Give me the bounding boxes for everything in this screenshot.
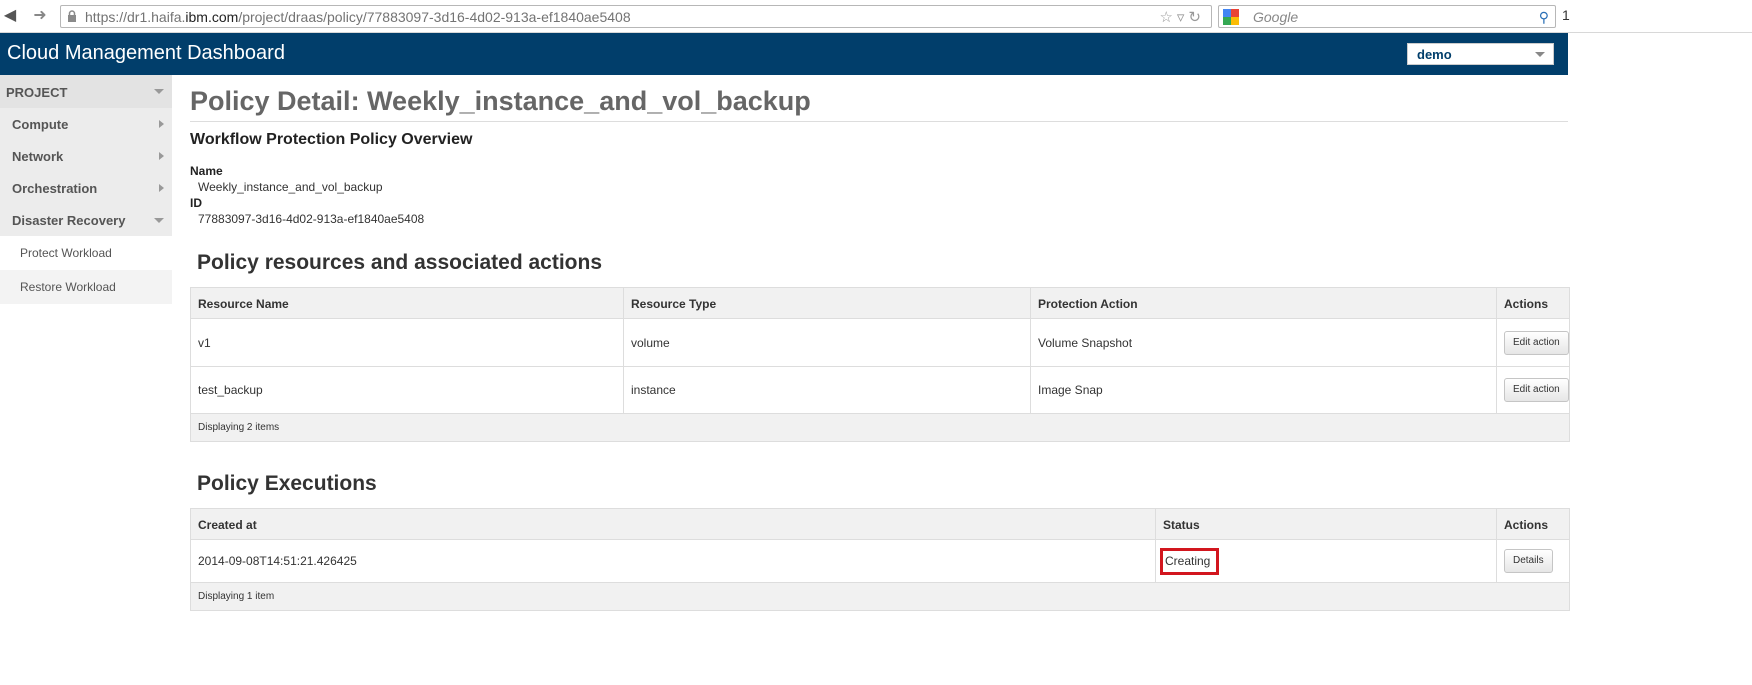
- back-arrow-icon[interactable]: ◀: [0, 6, 20, 26]
- resource-name-cell: v1: [198, 335, 211, 350]
- sidebar-item-disaster-recovery[interactable]: Disaster Recovery: [0, 204, 172, 236]
- search-icon[interactable]: ⚲: [1539, 9, 1549, 26]
- table-footer-count: Displaying 1 item: [198, 591, 275, 602]
- address-bar[interactable]: https://dr1.haifa.ibm.com/project/draas/…: [60, 5, 1212, 28]
- browser-search-box[interactable]: Google ⚲: [1218, 5, 1556, 28]
- created-at-cell: 2014-09-08T14:51:21.426425: [198, 554, 357, 568]
- id-label: ID: [190, 196, 202, 210]
- actions-cell: Edit action: [1496, 319, 1571, 366]
- executions-heading: Policy Executions: [197, 472, 377, 495]
- protection-action-cell: Volume Snapshot: [1030, 319, 1496, 366]
- details-button[interactable]: Details: [1504, 549, 1553, 573]
- table-row: 2014-09-08T14:51:21.426425 Creating Deta…: [191, 540, 1569, 583]
- sidebar-item-label: Network: [12, 149, 64, 164]
- table-footer: Displaying 2 items: [191, 414, 1569, 441]
- sidebar-item-label: Orchestration: [12, 181, 98, 196]
- sidebar-section-project[interactable]: PROJECT: [0, 75, 172, 108]
- column-header[interactable]: Resource Type: [623, 288, 1030, 319]
- chevron-down-icon: [154, 218, 164, 223]
- sidebar-subitem-label: Protect Workload: [20, 246, 112, 260]
- executions-table: Created at Status Actions 2014-09-08T14:…: [190, 508, 1570, 611]
- sidebar-item-compute[interactable]: Compute: [0, 108, 172, 140]
- sidebar-subitem-protect-workload[interactable]: Protect Workload: [0, 236, 172, 270]
- actions-cell: Details: [1496, 540, 1571, 582]
- app-title: Cloud Management Dashboard: [7, 42, 285, 64]
- toolbar-edge-text: 1: [1562, 7, 1570, 23]
- actions-cell: Edit action: [1496, 367, 1571, 413]
- column-header[interactable]: Status: [1155, 509, 1496, 540]
- title-divider: [190, 121, 1568, 122]
- edit-action-button[interactable]: Edit action: [1504, 330, 1569, 355]
- sidebar-item-orchestration[interactable]: Orchestration: [0, 172, 172, 204]
- resource-type-cell: volume: [623, 319, 1030, 366]
- search-placeholder: Google: [1253, 9, 1299, 25]
- protection-action-cell: Image Snap: [1030, 367, 1496, 413]
- overview-heading: Workflow Protection Policy Overview: [190, 131, 473, 148]
- app-header: Cloud Management Dashboard demo: [0, 33, 1568, 75]
- status-badge: Creating: [1160, 547, 1220, 575]
- project-selector-value: demo: [1417, 47, 1452, 62]
- page-title: Policy Detail: Weekly_instance_and_vol_b…: [190, 86, 811, 116]
- google-icon: [1223, 9, 1239, 25]
- lock-icon: [68, 10, 76, 22]
- table-header: Resource Name Resource Type Protection A…: [191, 288, 1569, 319]
- table-footer-count: Displaying 2 items: [198, 422, 280, 433]
- resource-name-cell: test_backup: [198, 383, 263, 397]
- sidebar-item-network[interactable]: Network: [0, 140, 172, 172]
- resources-heading: Policy resources and associated actions: [197, 251, 603, 274]
- chevron-right-icon: [159, 152, 164, 160]
- table-footer: Displaying 1 item: [191, 583, 1569, 610]
- url-text: https://dr1.haifa.ibm.com/project/draas/…: [85, 9, 631, 25]
- sidebar-item-label: Disaster Recovery: [12, 213, 126, 228]
- table-row: test_backup instance Image Snap Edit act…: [191, 367, 1569, 414]
- chevron-down-icon: [1535, 52, 1545, 57]
- chevron-down-icon: [154, 89, 164, 94]
- sidebar-item-label: Compute: [12, 117, 69, 132]
- column-header[interactable]: Resource Name: [191, 288, 623, 319]
- sidebar-section-label: PROJECT: [6, 85, 68, 100]
- name-label: Name: [190, 164, 223, 178]
- column-header: Actions: [1496, 509, 1571, 540]
- bookmark-star-icon[interactable]: ☆▿↻: [1159, 8, 1205, 26]
- column-header[interactable]: Protection Action: [1030, 288, 1496, 319]
- chevron-right-icon: [159, 184, 164, 192]
- id-value: 77883097-3d16-4d02-913a-ef1840ae5408: [198, 212, 425, 226]
- edit-action-button[interactable]: Edit action: [1504, 378, 1569, 402]
- project-selector[interactable]: demo: [1407, 43, 1554, 65]
- sidebar-subitem-restore-workload[interactable]: Restore Workload: [0, 270, 172, 304]
- column-header[interactable]: Created at: [191, 509, 1155, 540]
- sidebar-subitem-label: Restore Workload: [20, 280, 116, 294]
- sidebar: PROJECT Compute Network Orchestration Di…: [0, 75, 172, 304]
- resources-table: Resource Name Resource Type Protection A…: [190, 287, 1570, 442]
- resource-type-cell: instance: [623, 367, 1030, 413]
- forward-arrow-icon[interactable]: ➜: [30, 6, 50, 26]
- browser-toolbar: ◀ ➜ https://dr1.haifa.ibm.com/project/dr…: [0, 0, 1752, 33]
- table-row: v1 volume Volume Snapshot Edit action: [191, 319, 1569, 367]
- name-value: Weekly_instance_and_vol_backup: [198, 180, 383, 194]
- status-cell: Creating: [1155, 540, 1496, 582]
- table-header: Created at Status Actions: [191, 509, 1569, 540]
- column-header: Actions: [1496, 288, 1571, 319]
- chevron-right-icon: [159, 120, 164, 128]
